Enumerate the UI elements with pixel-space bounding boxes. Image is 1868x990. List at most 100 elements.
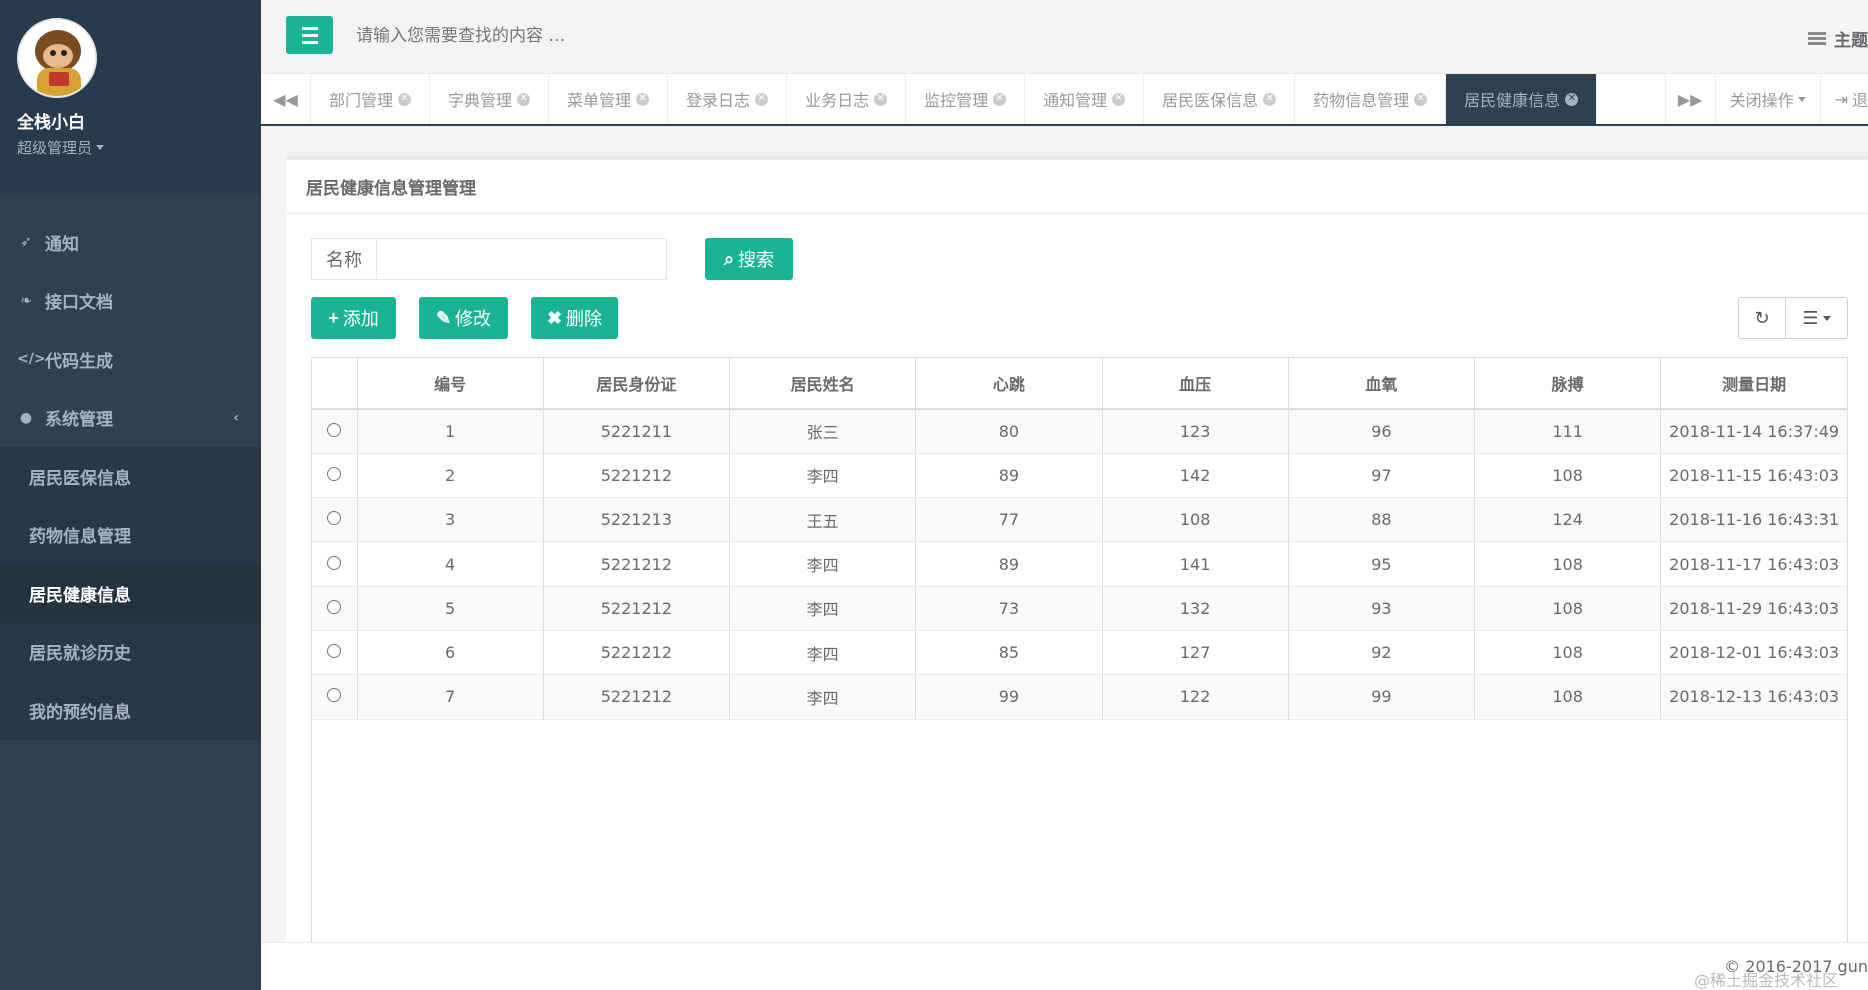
tab-label: 登录日志 [686,91,751,110]
remove-icon: ✖ [546,307,563,328]
close-ops-label: 关闭操作 [1729,91,1794,110]
table-cell: 80 [915,409,1103,454]
close-icon[interactable]: ✕ [398,92,412,106]
table-cell: 2 [357,453,544,499]
chevron-left-icon: ‹ [233,409,239,426]
table-row[interactable]: 6 5221212 李四 85 127 92 108 2018-12-01 16:43:03 [312,630,1847,676]
sidebar-item-health[interactable]: 居民健康信息 [0,564,261,623]
theme-button[interactable]: 主题 [1808,26,1868,51]
close-icon[interactable]: ✕ [636,92,650,106]
menu-toggle-button[interactable] [286,16,333,54]
close-icon[interactable]: ✕ [1263,92,1277,106]
refresh-button[interactable]: ↻ [1738,297,1786,339]
table-cell: 73 [915,586,1103,631]
global-search-input[interactable] [356,26,956,46]
table-cell: 2018-12-13 16:43:03 [1660,674,1847,720]
user-profile: 全栈小白 超级管理员 [0,0,261,195]
column-header[interactable]: 血氧 [1288,358,1476,410]
close-operations-dropdown[interactable]: 关闭操作 [1714,74,1820,124]
column-header[interactable]: 居民身份证 [543,358,731,410]
sidebar-item-code-gen[interactable]: </> 代码生成 [0,330,261,389]
columns-toggle-button[interactable]: ☰ [1785,297,1848,339]
row-select-radio[interactable] [327,555,342,570]
tab-login-log[interactable]: 登录日志 ✕ [668,74,788,124]
tab-dict[interactable]: 字典管理 ✕ [430,74,550,124]
table-cell: 95 [1288,541,1476,587]
table-cell: 77 [915,497,1103,543]
close-icon[interactable]: ✕ [993,92,1007,106]
page-tabs: ◀◀ 部门管理 ✕ 字典管理 ✕ 菜单管理 ✕ 登录日志 ✕ 业务日志 ✕ 监控管理 ✕ 通… [261,74,1868,126]
sidebar-item-drugs[interactable]: 药物信息管理 [0,505,261,564]
table-cell: 5221213 [543,497,731,543]
sidebar-item-visits[interactable]: 居民就诊历史 [0,622,261,681]
row-select-radio[interactable] [327,688,342,703]
row-select-cell [312,541,358,587]
table-cell: 132 [1102,586,1289,631]
column-header[interactable]: 血压 [1102,358,1289,410]
exit-button[interactable]: ⇥ 退 [1819,74,1868,124]
tab-menu[interactable]: 菜单管理 ✕ [549,74,669,124]
tab-label: 业务日志 [805,91,870,110]
table-cell: 123 [1102,409,1289,454]
row-select-radio[interactable] [327,422,342,437]
tabs-scroll-left-button[interactable]: ◀◀ [261,74,311,124]
table-row[interactable]: 3 5221213 王五 77 108 88 124 2018-11-16 16:43:31 [312,497,1847,543]
table-cell: 99 [915,674,1103,720]
table-cell: 108 [1474,453,1662,499]
table-cell: 108 [1102,497,1289,543]
table-cell: 2018-11-14 16:37:49 [1660,409,1847,454]
table-row[interactable]: 4 5221212 李四 89 141 95 108 2018-11-17 16:43:03 [312,541,1847,587]
close-icon[interactable]: ✕ [1414,92,1428,106]
tab-insurance[interactable]: 居民医保信息 ✕ [1144,74,1296,124]
sidebar-item-api-docs[interactable]: ❧ 接口文档 [0,272,261,331]
sidebar-item-system[interactable]: ● 系统管理 ‹ [0,389,261,448]
close-icon[interactable]: ✕ [1112,92,1126,106]
user-role-dropdown[interactable]: 超级管理员 [17,137,261,158]
page-title: 居民健康信息管理管理 [286,160,1868,214]
edit-button[interactable]: ✎ 修改 [419,297,508,339]
row-select-cell [312,630,358,676]
row-select-radio[interactable] [327,511,342,526]
table-cell: 142 [1102,453,1289,499]
tab-notice[interactable]: 通知管理 ✕ [1025,74,1145,124]
name-search-input[interactable] [377,238,667,280]
add-button[interactable]: + 添加 [311,297,396,339]
tab-health[interactable]: 居民健康信息 ✕ [1446,74,1598,124]
close-icon[interactable]: ✕ [874,92,888,106]
close-icon[interactable]: ✕ [1565,92,1579,106]
table-row[interactable]: 2 5221212 李四 89 142 97 108 2018-11-15 16:43:03 [312,453,1847,499]
table-row[interactable]: 5 5221212 李四 73 132 93 108 2018-11-29 16:43:03 [312,586,1847,631]
row-select-radio[interactable] [327,644,342,659]
column-header[interactable]: 居民姓名 [729,358,917,410]
row-select-radio[interactable] [327,466,342,481]
top-bar: 主题 [261,0,1868,74]
table-cell: 127 [1102,630,1289,676]
row-select-radio[interactable] [327,599,342,614]
close-icon[interactable]: ✕ [755,92,769,106]
tab-drugs[interactable]: 药物信息管理 ✕ [1295,74,1447,124]
avatar[interactable] [17,18,97,98]
table-cell: 2018-11-15 16:43:03 [1660,453,1847,499]
search-button[interactable]: ⌕ 搜索 [705,238,793,280]
tab-label: 字典管理 [448,91,513,110]
close-icon[interactable]: ✕ [517,92,531,106]
tab-dept[interactable]: 部门管理 ✕ [311,74,431,124]
sidebar-item-insurance[interactable]: 居民医保信息 [0,447,261,506]
column-header[interactable]: 心跳 [915,358,1103,410]
tab-biz-log[interactable]: 业务日志 ✕ [787,74,907,124]
table-cell: 122 [1102,674,1289,720]
column-header[interactable]: 编号 [357,358,544,410]
tabs-scroll-right-button[interactable]: ▶▶ [1664,74,1715,124]
column-header[interactable]: 脉搏 [1474,358,1662,410]
table-row[interactable]: 7 5221212 李四 99 122 99 108 2018-12-13 16:43:03 [312,674,1847,720]
table-cell: 5221212 [543,541,731,587]
sidebar-item-appointments[interactable]: 我的预约信息 [0,681,261,740]
tab-monitor[interactable]: 监控管理 ✕ [906,74,1026,124]
table-cell: 2018-12-01 16:43:03 [1660,630,1847,676]
column-header[interactable]: 测量日期 [1660,358,1847,410]
delete-button[interactable]: ✖ 删除 [531,297,618,339]
tasks-icon [1808,32,1826,45]
table-row[interactable]: 1 5221211 张三 80 123 96 111 2018-11-14 16:37:49 [312,409,1847,454]
table-cell: 124 [1474,497,1662,543]
sidebar-item-notice[interactable]: ➶ 通知 [0,213,261,272]
